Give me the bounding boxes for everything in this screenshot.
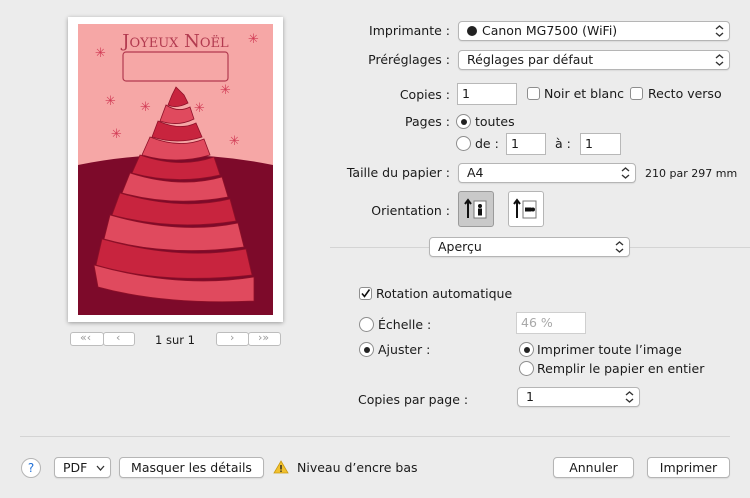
pages-range-radio[interactable] bbox=[456, 136, 471, 151]
help-button[interactable]: ? bbox=[21, 458, 41, 478]
last-page-button[interactable]: ›» bbox=[248, 331, 281, 346]
copies-input[interactable]: 1 bbox=[457, 83, 517, 105]
svg-text:✳: ✳ bbox=[140, 100, 151, 115]
page-indicator: 1 sur 1 bbox=[155, 333, 195, 347]
copies-per-page-value: 1 bbox=[526, 389, 534, 404]
duplex-checkbox[interactable] bbox=[630, 87, 643, 100]
svg-text:✳: ✳ bbox=[229, 134, 240, 149]
black-white-checkbox[interactable] bbox=[527, 87, 540, 100]
portrait-icon bbox=[464, 198, 487, 219]
copies-per-page-select[interactable]: 1 bbox=[517, 387, 640, 407]
scale-input[interactable]: 46 % bbox=[516, 312, 586, 334]
christmas-card-image: ✳✳ ✳ ✳ ✳✳ ✳ ✳ bbox=[78, 24, 273, 315]
section-value: Aperçu bbox=[438, 239, 482, 254]
printer-label: Imprimante : bbox=[369, 23, 450, 38]
footer-divider bbox=[20, 436, 730, 437]
svg-text:✳: ✳ bbox=[194, 101, 205, 116]
fill-paper-radio[interactable] bbox=[519, 361, 534, 376]
pages-to-input[interactable]: 1 bbox=[580, 133, 621, 155]
pdf-menu-button[interactable]: PDF bbox=[54, 457, 111, 478]
pages-from-input[interactable]: 1 bbox=[506, 133, 546, 155]
printer-select[interactable]: Canon MG7500 (WiFi) bbox=[458, 21, 730, 41]
paper-dimensions: 210 par 297 mm bbox=[645, 167, 738, 180]
orientation-label: Orientation : bbox=[371, 203, 450, 218]
svg-text:✳: ✳ bbox=[105, 94, 116, 109]
print-entire-image-label: Imprimer toute l’image bbox=[537, 342, 682, 357]
help-icon: ? bbox=[27, 461, 35, 475]
chevron-updown-icon bbox=[715, 54, 724, 66]
fit-label: Ajuster : bbox=[378, 342, 431, 357]
copies-per-page-label: Copies par page : bbox=[358, 392, 469, 407]
print-button[interactable]: Imprimer bbox=[647, 457, 730, 478]
portrait-orientation-button[interactable] bbox=[458, 191, 494, 227]
pages-from-label: de : bbox=[475, 136, 499, 151]
landscape-orientation-button[interactable] bbox=[508, 191, 544, 227]
svg-text:✳: ✳ bbox=[111, 127, 122, 142]
paper-size-value: A4 bbox=[467, 165, 484, 180]
pdf-label: PDF bbox=[63, 460, 88, 475]
previous-page-button[interactable]: ‹ bbox=[103, 331, 135, 346]
scale-radio[interactable] bbox=[359, 317, 374, 332]
page-preview: ✳ ✳ ✳ ✳ ✳ ✳ ✳ ✳ Joyeux Noël bbox=[68, 17, 283, 322]
print-entire-image-radio[interactable] bbox=[519, 342, 534, 357]
printer-value: Canon MG7500 (WiFi) bbox=[482, 23, 618, 38]
presets-select[interactable]: Réglages par défaut bbox=[458, 50, 730, 70]
scale-label: Échelle : bbox=[378, 317, 432, 332]
pages-all-radio[interactable] bbox=[456, 114, 471, 129]
fit-radio[interactable] bbox=[359, 342, 374, 357]
presets-label: Préréglages : bbox=[368, 52, 450, 67]
card-title: Joyeux Noël bbox=[122, 31, 229, 52]
landscape-icon bbox=[513, 198, 537, 219]
chevron-updown-icon bbox=[615, 241, 624, 253]
auto-rotate-checkbox[interactable] bbox=[359, 287, 372, 300]
next-page-button[interactable]: › bbox=[216, 331, 249, 346]
printer-status-icon bbox=[467, 26, 477, 36]
pages-all-label: toutes bbox=[475, 114, 515, 129]
chevron-updown-icon bbox=[625, 391, 634, 403]
paper-size-label: Taille du papier : bbox=[346, 165, 450, 180]
chevron-updown-icon bbox=[621, 167, 630, 179]
duplex-label: Recto verso bbox=[648, 86, 722, 101]
first-page-button[interactable]: «‹ bbox=[70, 331, 104, 346]
hide-details-button[interactable]: Masquer les détails bbox=[119, 457, 264, 478]
checkmark-icon bbox=[361, 289, 371, 298]
chevron-updown-icon bbox=[715, 25, 724, 37]
ink-level-warning: Niveau d’encre bas bbox=[297, 460, 418, 475]
auto-rotate-label: Rotation automatique bbox=[376, 286, 513, 301]
pages-label: Pages : bbox=[405, 114, 450, 129]
presets-value: Réglages par défaut bbox=[467, 52, 594, 67]
pages-to-label: à : bbox=[555, 136, 571, 151]
chevron-down-icon bbox=[96, 465, 105, 471]
section-select[interactable]: Aperçu bbox=[429, 237, 630, 257]
warning-icon bbox=[273, 460, 289, 474]
svg-text:✳: ✳ bbox=[220, 83, 231, 98]
fill-paper-label: Remplir le papier en entier bbox=[537, 361, 705, 376]
cancel-button[interactable]: Annuler bbox=[553, 457, 634, 478]
paper-size-select[interactable]: A4 bbox=[458, 163, 636, 183]
copies-label: Copies : bbox=[399, 87, 450, 102]
black-white-label: Noir et blanc bbox=[544, 86, 625, 101]
